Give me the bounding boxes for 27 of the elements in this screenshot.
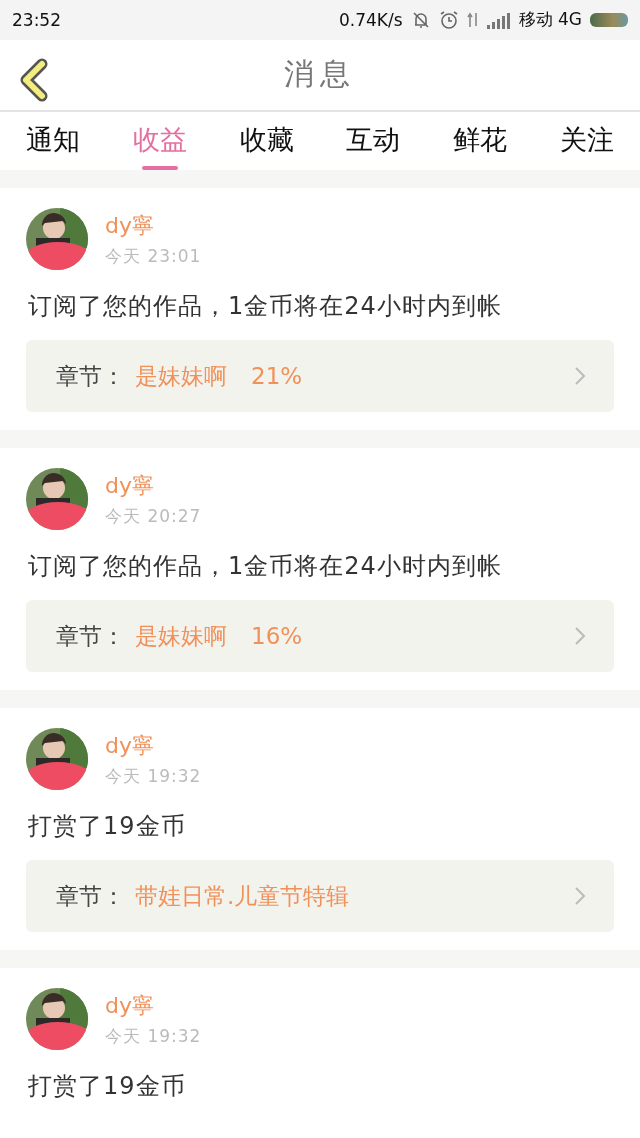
tab[interactable]: 关注: [556, 112, 618, 170]
tab[interactable]: 互动: [342, 112, 405, 170]
chevron-icon: [574, 366, 586, 386]
carrier: 移动 4G: [518, 8, 582, 32]
clock: 23:52: [12, 9, 61, 30]
message-time: 今天 23:01: [105, 244, 202, 268]
battery-icon: [590, 12, 628, 27]
message-text: 打赏了19金币: [28, 811, 187, 842]
tab[interactable]: 鲜花: [449, 112, 512, 170]
message-text: 订阅了您的作品，1金币将在24小时内到帐: [28, 291, 503, 322]
tab[interactable]: 收藏: [235, 112, 298, 170]
page-title: 消息: [284, 55, 356, 94]
signal-icon: [486, 10, 511, 29]
message-text: 订阅了您的作品，1金币将在24小时内到帐: [28, 551, 503, 582]
tab[interactable]: 通知: [22, 112, 84, 170]
chapter-link[interactable]: 章节： 是妹妹啊 21%: [26, 340, 614, 412]
message-time: 今天 19:32: [105, 764, 202, 788]
message-time: 今天 19:32: [105, 1024, 202, 1048]
message-time: 今天 20:27: [105, 504, 202, 528]
chapter-link[interactable]: 章节： 带娃日常.儿童节特辑: [26, 860, 614, 932]
chevron-icon: [574, 626, 586, 646]
chevron-icon: [574, 886, 586, 906]
alarm-icon: [438, 9, 459, 30]
bell-off-icon: [410, 9, 431, 30]
network-speed: 0.74K/s: [339, 9, 403, 30]
message-text: 打赏了19金币: [28, 1071, 187, 1102]
chapter-link[interactable]: 章节： 是妹妹啊 16%: [26, 600, 614, 672]
